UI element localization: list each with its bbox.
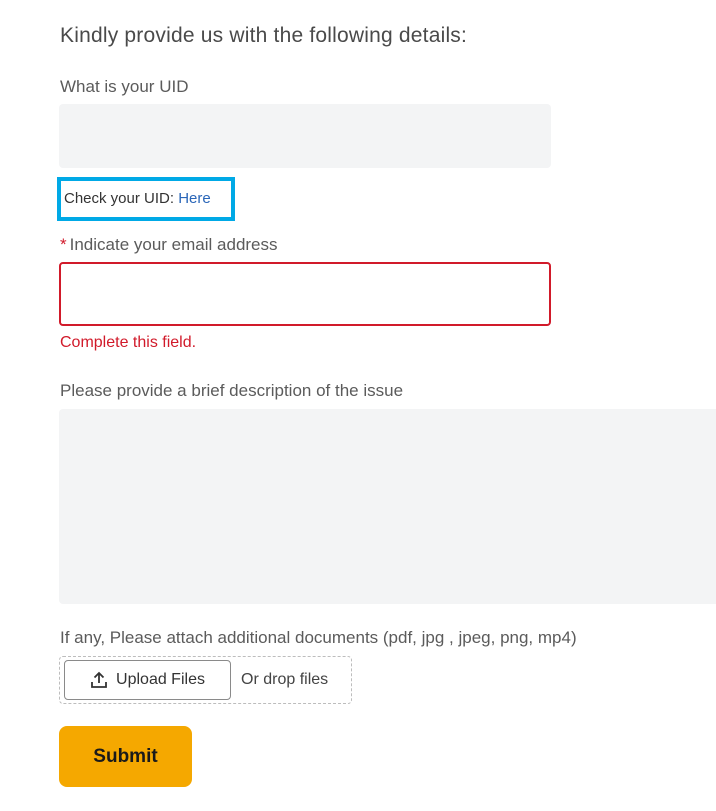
attachments-label: If any, Please attach additional documen… (60, 628, 577, 647)
email-input[interactable] (59, 262, 551, 326)
upload-icon (90, 671, 108, 689)
form-heading: Kindly provide us with the following det… (60, 24, 468, 47)
email-label: * Indicate your email address (60, 235, 278, 255)
uid-input[interactable] (59, 104, 551, 168)
upload-files-label: Upload Files (116, 671, 205, 688)
uid-check-text: Check your UID: (64, 190, 179, 207)
drop-files-text: Or drop files (241, 671, 329, 688)
description-textarea[interactable] (59, 409, 716, 604)
uid-label: What is your UID (60, 77, 189, 96)
email-label-text: Indicate your email address (69, 235, 278, 254)
uid-check-highlight: Check your UID: Here (57, 177, 235, 221)
description-label: Please provide a brief description of th… (60, 381, 404, 400)
upload-files-button[interactable]: Upload Files (64, 660, 231, 700)
email-error-message: Complete this field. (60, 334, 197, 351)
uid-check-link[interactable]: Here (178, 190, 211, 207)
required-marker: * (60, 235, 67, 254)
support-form-page: Kindly provide us with the following det… (0, 0, 716, 811)
file-dropzone[interactable]: Upload Files Or drop files (59, 656, 352, 704)
submit-button[interactable]: Submit (59, 726, 192, 787)
